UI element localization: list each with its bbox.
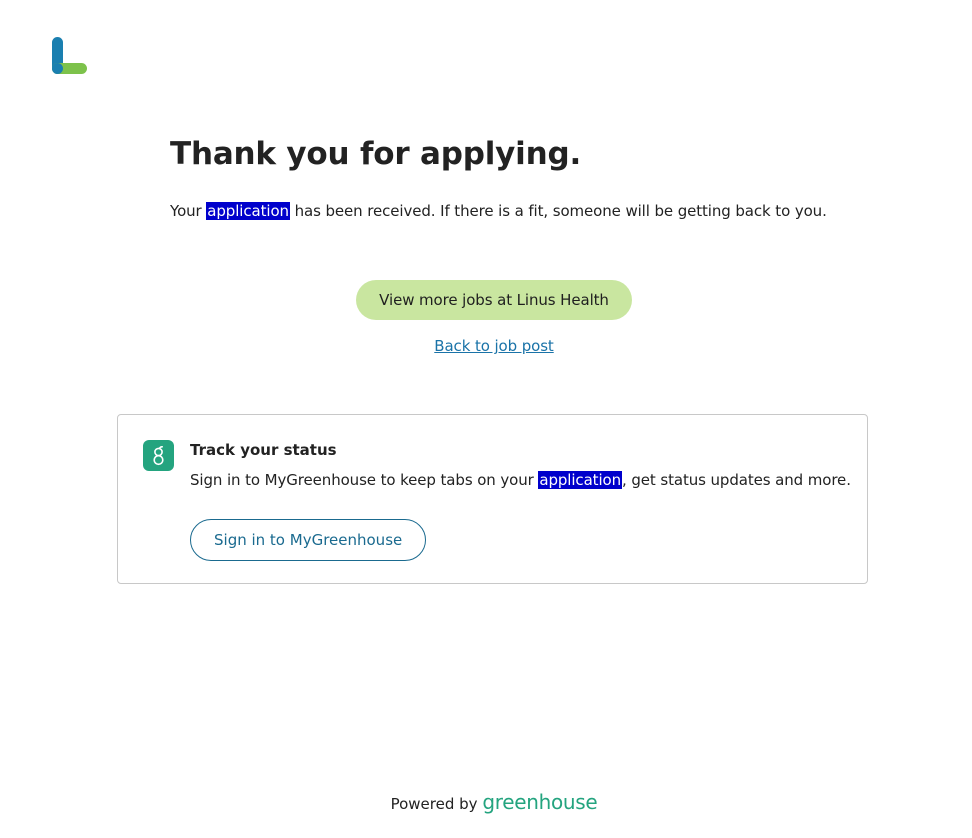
confirmation-message: Your application has been received. If t… [170,200,870,222]
actions: View more jobs at Linus Health Back to j… [0,280,972,355]
confirmation-section: Thank you for applying. Your application… [170,132,870,222]
track-status-card: Track your status Sign in to MyGreenhous… [117,414,868,584]
track-status-text: Sign in to MyGreenhouse to keep tabs on … [190,471,851,489]
linus-health-logo[interactable] [50,36,90,76]
greenhouse-g-icon [143,440,174,471]
track-text-after: , get status updates and more. [622,471,851,489]
message-highlight: application [206,202,290,220]
view-more-jobs-button[interactable]: View more jobs at Linus Health [356,280,632,320]
sign-in-mygreenhouse-button[interactable]: Sign in to MyGreenhouse [190,519,427,561]
track-text-before: Sign in to MyGreenhouse to keep tabs on … [190,471,539,489]
footer: Powered by greenhouse [0,790,972,814]
back-to-job-post-link[interactable]: Back to job post [0,337,972,355]
message-text-before: Your [170,202,207,220]
page-title: Thank you for applying. [170,136,582,172]
track-text-highlight: application [538,471,623,489]
powered-by-label: Powered by [390,795,478,813]
message-text-after: has been received. If there is a fit, so… [289,202,827,220]
track-status-title: Track your status [190,441,337,459]
greenhouse-brand-link[interactable]: greenhouse [482,790,597,814]
